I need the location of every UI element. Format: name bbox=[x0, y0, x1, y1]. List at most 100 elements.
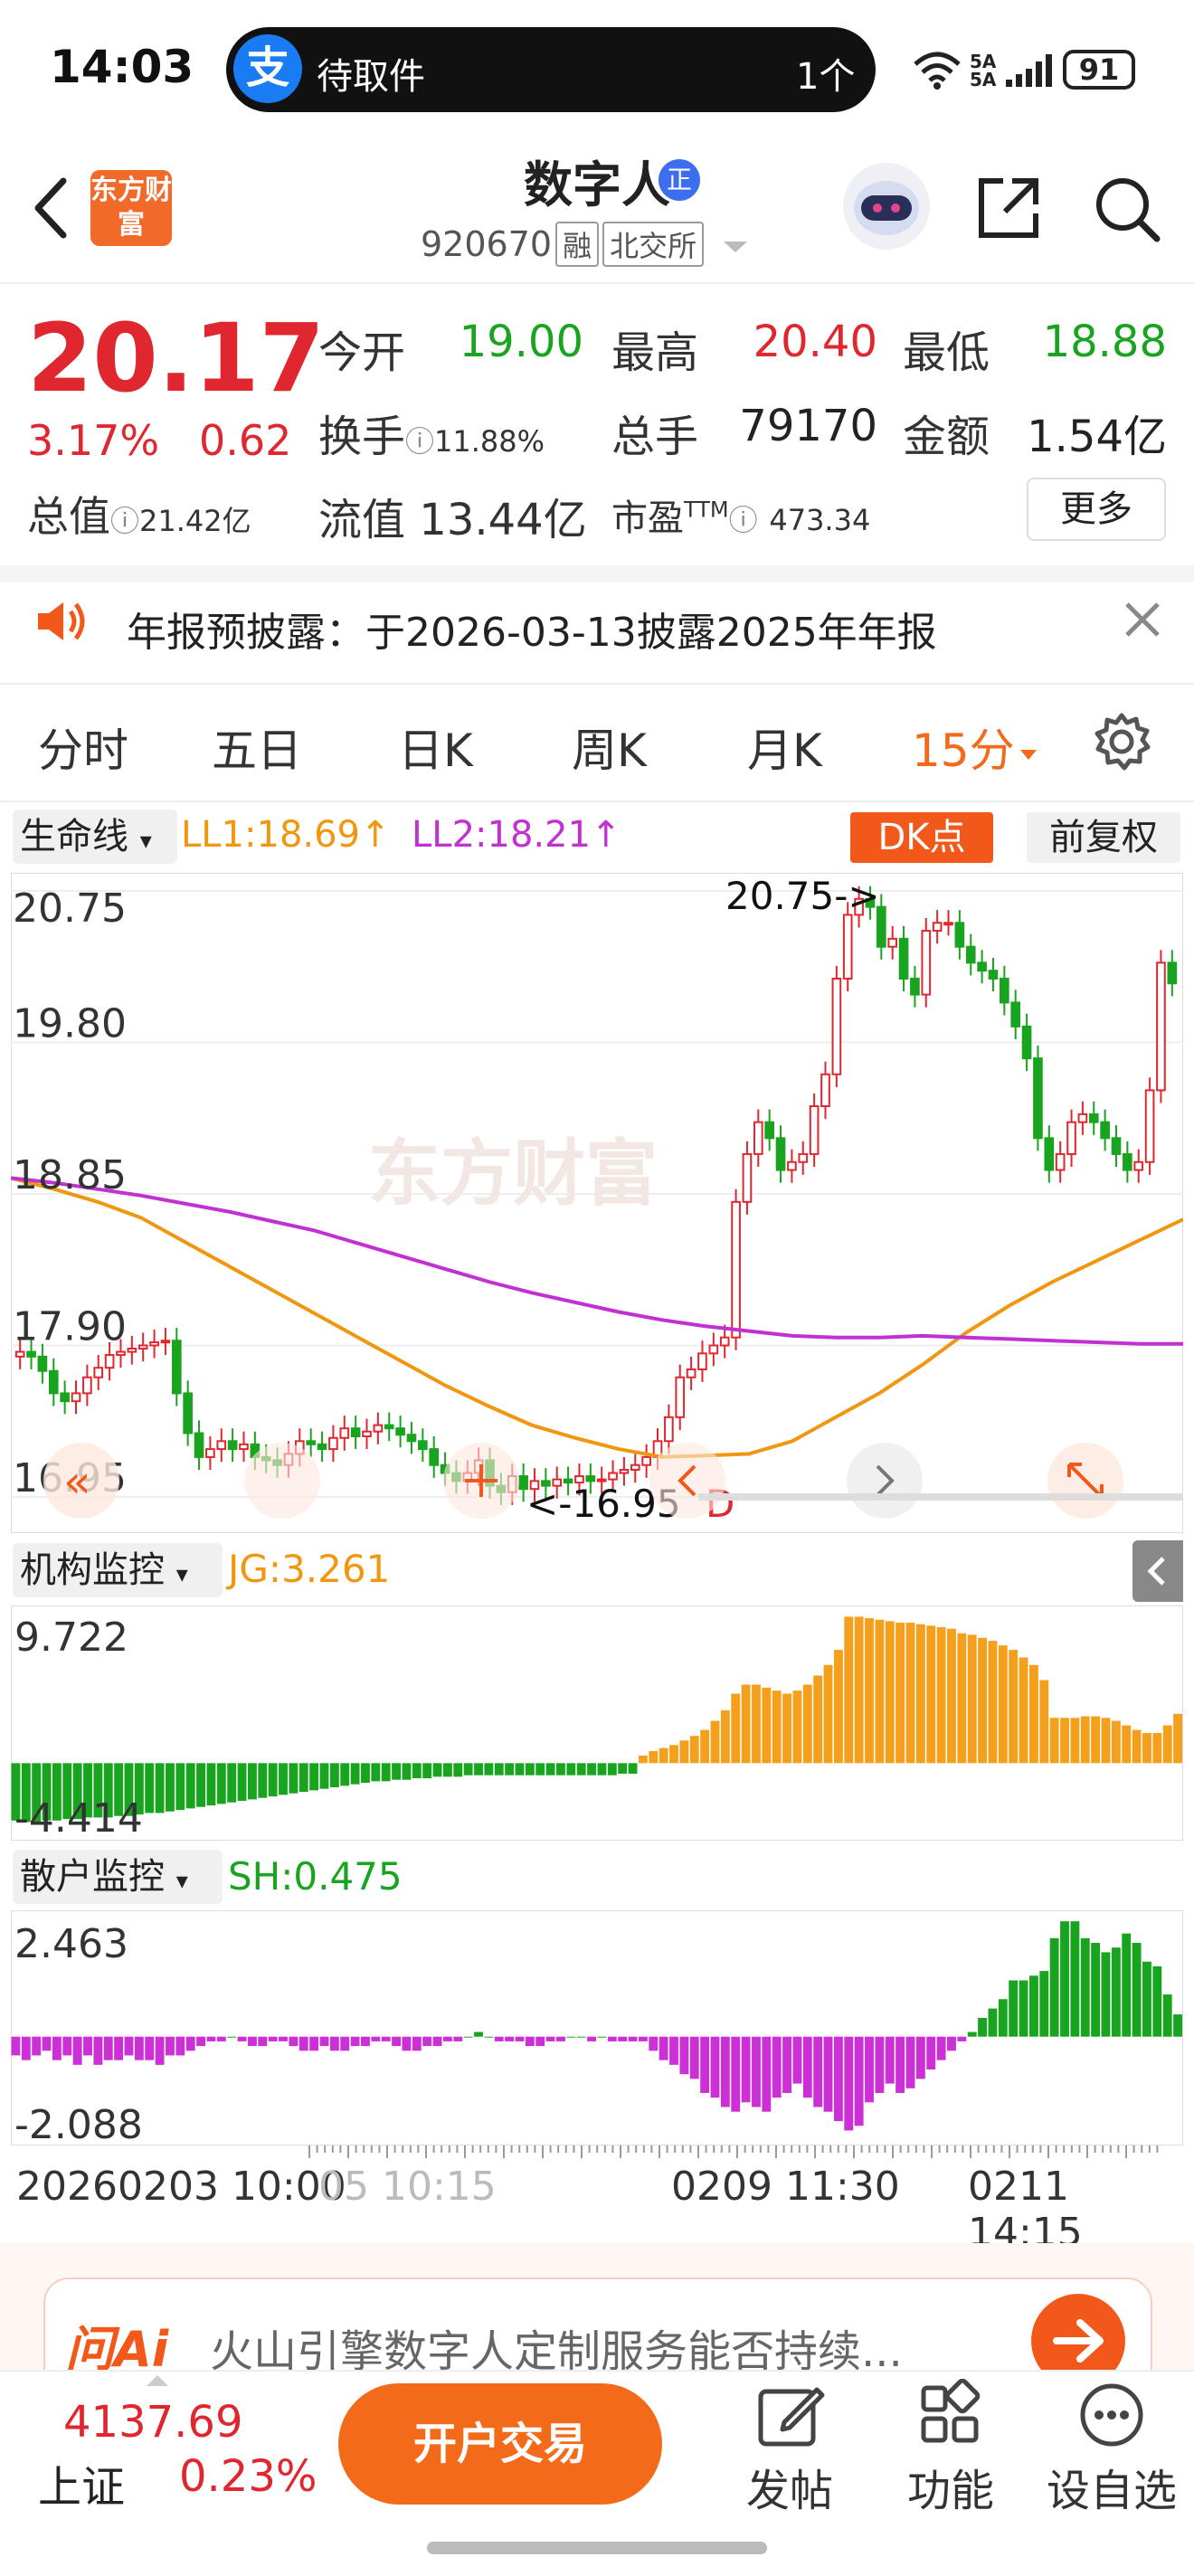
retail-bar bbox=[432, 2036, 442, 2047]
candle-body bbox=[194, 1432, 204, 1458]
inst-bar bbox=[926, 1625, 936, 1764]
market-cap: 总值ⓘ21.42亿 bbox=[27, 492, 251, 541]
inst-bar bbox=[381, 1763, 391, 1782]
float-cap-value: 13.44亿 bbox=[419, 495, 587, 545]
inst-bar bbox=[576, 1763, 586, 1776]
inst-bar bbox=[1049, 1718, 1059, 1764]
candle-body bbox=[764, 1121, 774, 1140]
candle-body bbox=[1156, 961, 1166, 1092]
jg-value: JG:3.261 bbox=[228, 1547, 391, 1591]
candle-body bbox=[418, 1440, 428, 1451]
functions-button[interactable]: 功能 bbox=[883, 2379, 1019, 2518]
retail-bar bbox=[967, 2031, 977, 2037]
candle-body bbox=[1077, 1113, 1088, 1123]
inst-bar bbox=[1152, 1732, 1162, 1764]
inst-bar bbox=[896, 1623, 905, 1764]
scroll-right-button[interactable] bbox=[847, 1443, 923, 1519]
retail-bar bbox=[309, 2036, 319, 2051]
dk-point-button[interactable]: DK点 bbox=[850, 812, 993, 863]
more-button[interactable]: 更多 bbox=[1027, 478, 1166, 541]
candle-body bbox=[1144, 1089, 1155, 1163]
inst-bar bbox=[1122, 1725, 1132, 1764]
inst-bar bbox=[905, 1623, 915, 1764]
tab-intraday[interactable]: 分时 bbox=[38, 715, 128, 780]
x-tick-label: 0211 14:15 bbox=[968, 2164, 1083, 2256]
chevron-up-icon[interactable] bbox=[145, 2373, 170, 2388]
candle-body bbox=[171, 1340, 182, 1395]
retail-bar bbox=[196, 2036, 205, 2047]
stock-code-line[interactable]: 920670 融北交所 bbox=[421, 222, 749, 267]
tab-monthly-k[interactable]: 月K bbox=[747, 715, 822, 780]
current-price: 20.17 bbox=[27, 303, 325, 413]
inst-bar bbox=[752, 1684, 761, 1764]
index-change[interactable]: 0.23% bbox=[179, 2451, 317, 2502]
collapse-panel-button[interactable] bbox=[1132, 1540, 1183, 1602]
retail-max-label: 2.463 bbox=[14, 1921, 128, 1967]
retail-bar bbox=[659, 2036, 668, 2060]
inst-bar bbox=[875, 1619, 885, 1764]
retail-bar bbox=[422, 2036, 432, 2047]
pe-ratio: 市盈TTMⓘ 473.34 bbox=[611, 497, 871, 539]
post-button[interactable]: 发帖 bbox=[722, 2379, 858, 2518]
close-icon[interactable] bbox=[1120, 597, 1165, 642]
tab-daily-k[interactable]: 日K bbox=[398, 715, 473, 780]
candle-body bbox=[205, 1448, 215, 1458]
inst-bar bbox=[258, 1763, 268, 1798]
scroll-left-button[interactable] bbox=[649, 1443, 725, 1519]
retail-bar bbox=[124, 2036, 134, 2056]
candle-body bbox=[37, 1355, 48, 1372]
retail-bar bbox=[957, 2036, 967, 2041]
candle-body bbox=[362, 1430, 372, 1437]
inst-bar bbox=[484, 1763, 494, 1776]
index-name[interactable]: 上证 bbox=[38, 2451, 125, 2514]
inst-bar bbox=[463, 1763, 473, 1776]
retail-bar bbox=[689, 2036, 699, 2079]
watchlist-button[interactable]: 设自选 bbox=[1044, 2379, 1180, 2518]
candle-body bbox=[708, 1344, 719, 1355]
zoom-out-button[interactable] bbox=[244, 1443, 320, 1519]
chevron-down-icon: ▾ bbox=[175, 1561, 188, 1588]
y-tick-label: 20.75 bbox=[13, 886, 127, 932]
tab-weekly-k[interactable]: 周K bbox=[572, 715, 647, 780]
tab-15-minute[interactable]: 15分 bbox=[912, 715, 1038, 780]
retail-bar bbox=[638, 2036, 648, 2041]
retail-bar bbox=[166, 2036, 175, 2056]
open-account-trade-button[interactable]: 开户交易 bbox=[338, 2383, 662, 2505]
search-icon[interactable] bbox=[1090, 172, 1162, 244]
scroll-track[interactable] bbox=[698, 1493, 1183, 1501]
retail-bar bbox=[587, 2036, 596, 2041]
tab-five-day[interactable]: 五日 bbox=[212, 715, 302, 780]
share-icon[interactable] bbox=[972, 172, 1045, 244]
index-value[interactable]: 4137.69 bbox=[63, 2397, 243, 2448]
inst-bar bbox=[988, 1641, 998, 1764]
retail-bar bbox=[792, 2036, 802, 2084]
inst-bar bbox=[185, 1763, 195, 1809]
announcement-text[interactable]: 年报预披露：于2026-03-13披露2025年年报 bbox=[127, 600, 937, 658]
candle-body bbox=[585, 1475, 596, 1482]
candle-body bbox=[787, 1160, 797, 1171]
inst-bar bbox=[1101, 1718, 1111, 1764]
price-adjust-button[interactable]: 前复权 bbox=[1027, 812, 1180, 863]
inst-bar bbox=[474, 1763, 483, 1776]
indicator-selector[interactable]: 生命线 ▾ bbox=[13, 810, 177, 864]
inst-bar bbox=[155, 1763, 165, 1814]
gear-icon[interactable] bbox=[1090, 710, 1153, 773]
retail-bar bbox=[1009, 1980, 1019, 2037]
retail-bar bbox=[710, 2036, 720, 2098]
retail-monitor-selector[interactable]: 散户监控 ▾ bbox=[13, 1850, 223, 1904]
x-axis-ticks bbox=[308, 2145, 1159, 2158]
amount-value: 1.54亿 bbox=[1027, 412, 1167, 462]
candle-body bbox=[239, 1443, 249, 1451]
alipay-icon: 支 bbox=[233, 34, 302, 103]
retail-bar bbox=[329, 2036, 339, 2051]
inst-bar bbox=[762, 1687, 772, 1764]
kline-chart[interactable]: 东方财富 20.7519.8018.8517.9016.95 20.75-> <… bbox=[11, 873, 1183, 1533]
retail-bar bbox=[915, 2036, 925, 2079]
ai-robot-avatar[interactable] bbox=[843, 163, 930, 250]
inst-bar bbox=[319, 1763, 329, 1789]
institution-monitor-selector[interactable]: 机构监控 ▾ bbox=[13, 1543, 223, 1597]
low-label: 最低 bbox=[903, 327, 990, 378]
retail-bar bbox=[556, 2036, 565, 2041]
inst-bar bbox=[802, 1684, 812, 1764]
margin-tag: 融 bbox=[555, 222, 600, 267]
